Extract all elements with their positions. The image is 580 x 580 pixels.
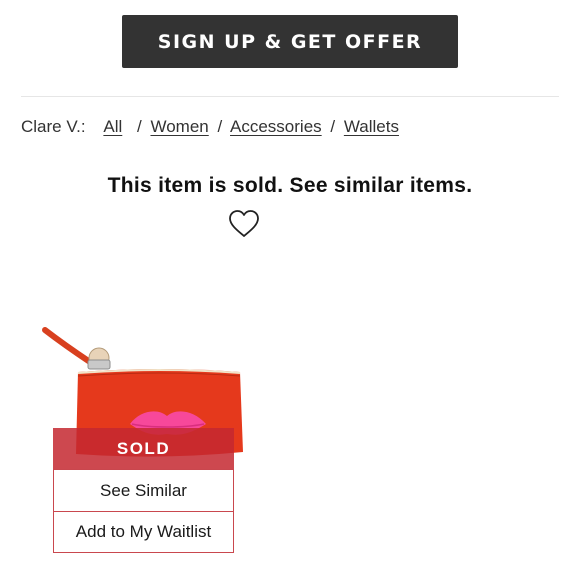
heart-icon[interactable] [228, 209, 260, 239]
breadcrumb-link-women[interactable]: Women [150, 117, 208, 136]
add-to-waitlist-button[interactable]: Add to My Waitlist [53, 511, 234, 553]
breadcrumb-link-wallets[interactable]: Wallets [344, 117, 399, 136]
breadcrumb-separator: / [217, 117, 223, 136]
sold-notice: This item is sold. See similar items. [107, 174, 473, 197]
breadcrumb-link-all[interactable]: All [103, 117, 122, 136]
sold-status-badge: SOLD [53, 428, 234, 469]
breadcrumb: Clare V.: All / Women / Accessories / Wa… [21, 117, 399, 137]
see-similar-button[interactable]: See Similar [53, 469, 234, 512]
top-strip-text [0, 0, 580, 8]
divider [21, 96, 559, 97]
breadcrumb-link-accessories[interactable]: Accessories [230, 117, 322, 136]
breadcrumb-separator: / [330, 117, 336, 136]
breadcrumb-brand: Clare V.: [21, 117, 86, 136]
breadcrumb-separator: / [137, 117, 142, 136]
sign-up-offer-button[interactable]: SIGN UP & GET OFFER [122, 15, 458, 68]
